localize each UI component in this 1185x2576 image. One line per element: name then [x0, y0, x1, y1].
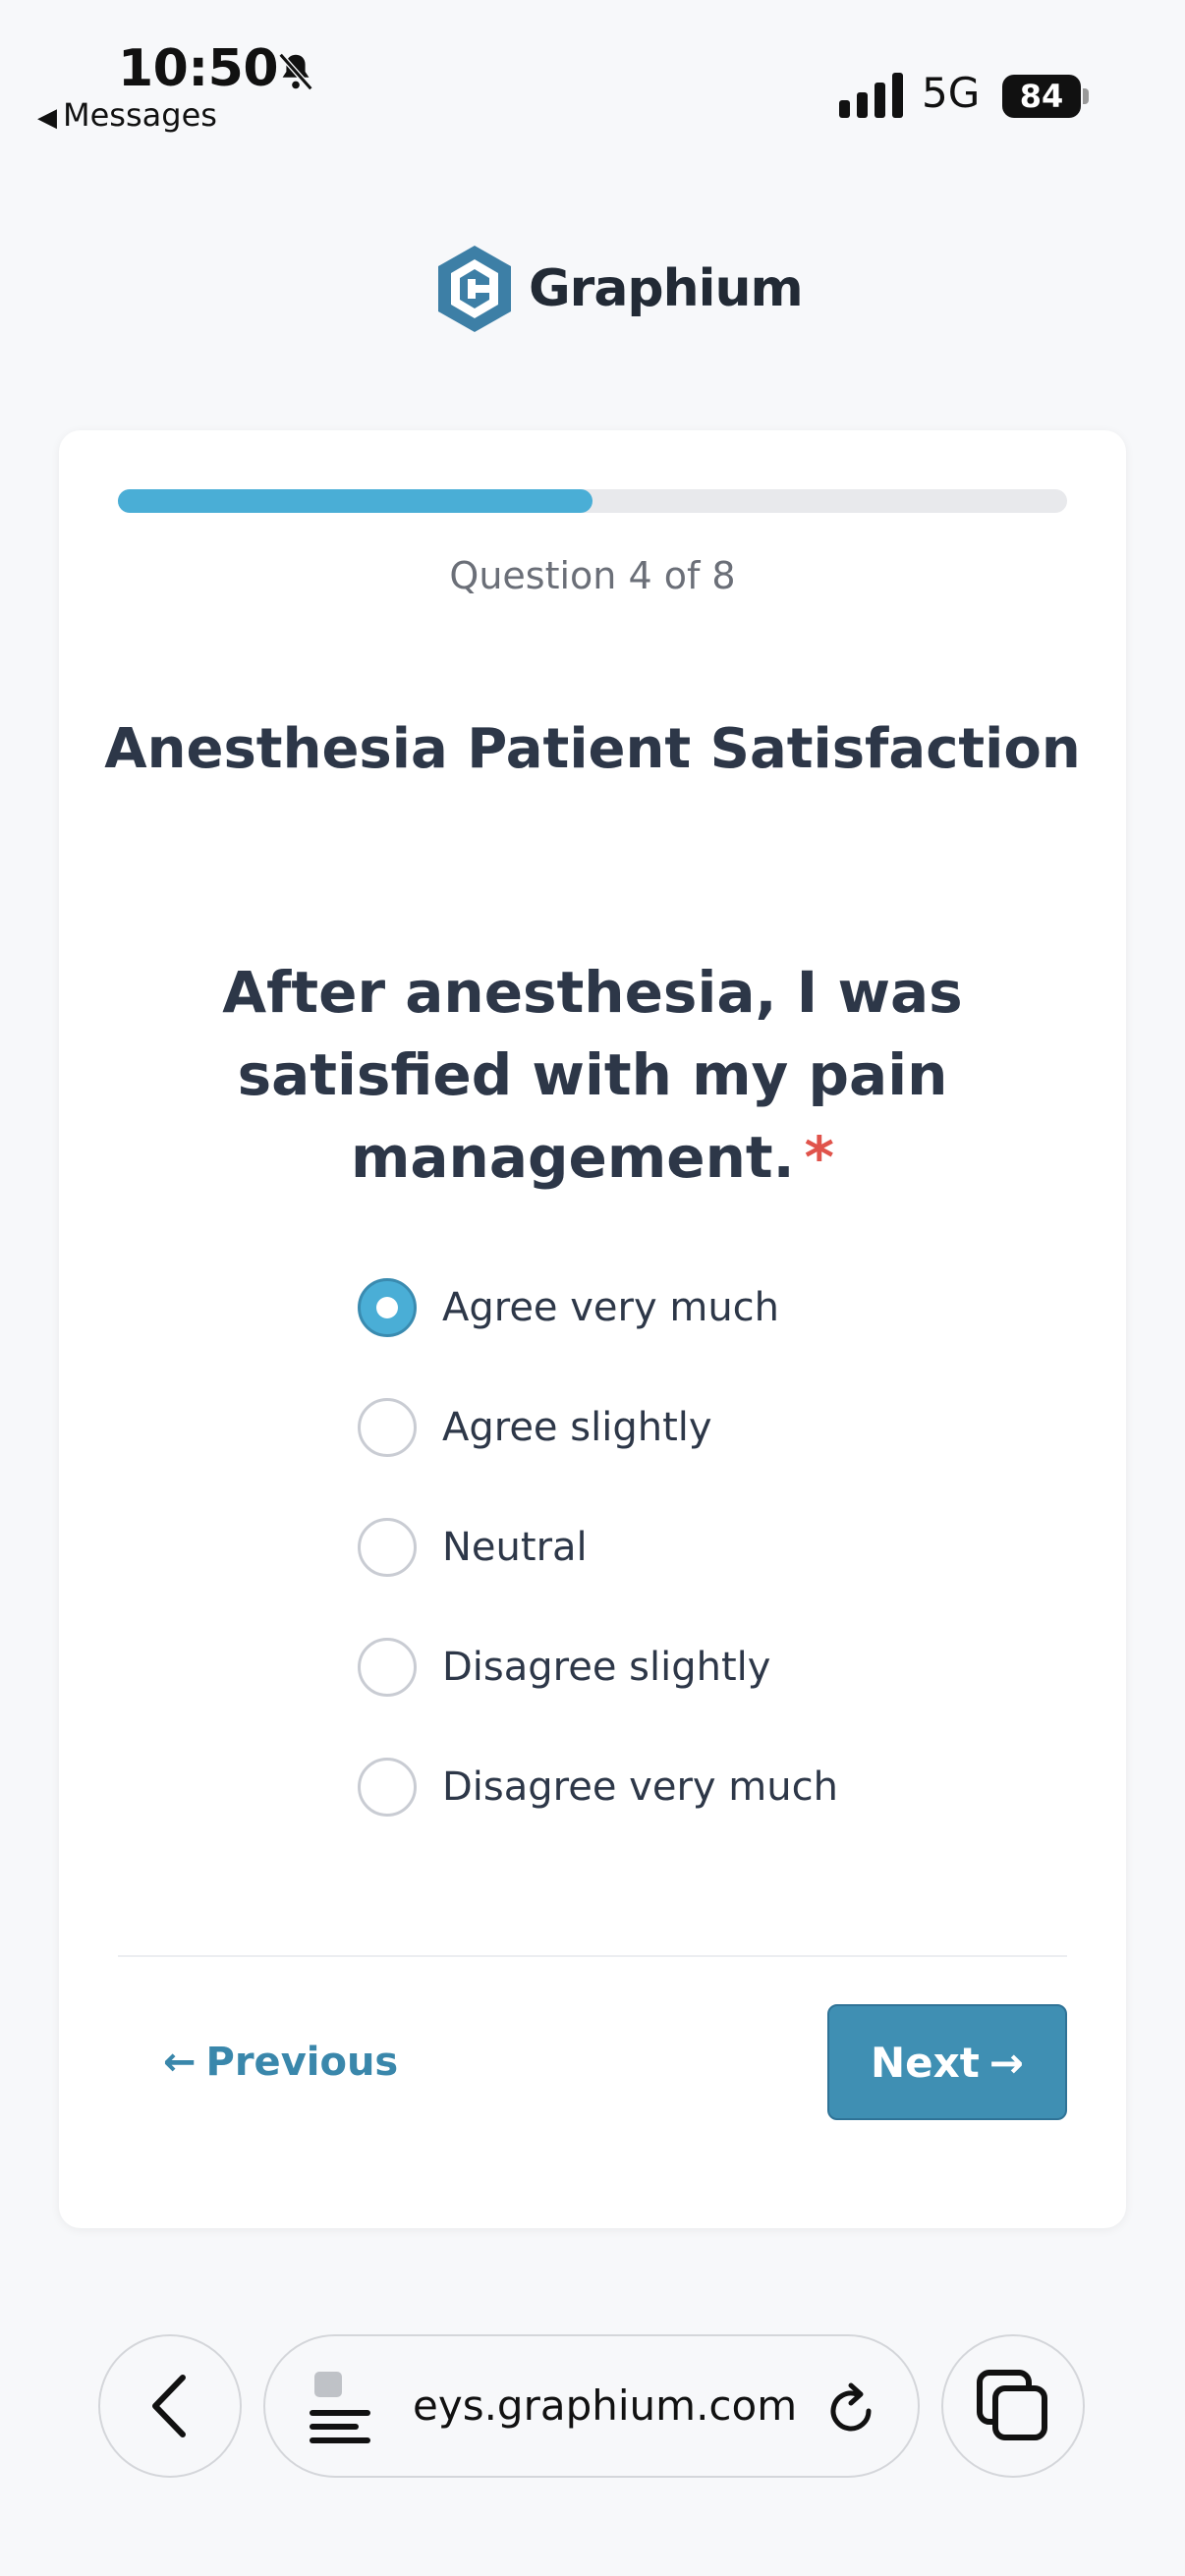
arrow-right-icon: →	[988, 2038, 1024, 2087]
required-indicator: *	[804, 1124, 835, 1191]
tabs-button[interactable]	[941, 2334, 1085, 2478]
arrow-left-icon: ←	[163, 2040, 197, 2085]
survey-card: Question 4 of 8 Anesthesia Patient Satis…	[59, 430, 1126, 2228]
signal-icon	[839, 73, 903, 118]
radio-button[interactable]	[358, 1758, 417, 1817]
page-menu-icon	[310, 2372, 370, 2443]
option-label: Agree slightly	[442, 1405, 712, 1450]
battery-level: 84	[1002, 75, 1081, 118]
option-agree-very-much[interactable]: Agree very much	[358, 1248, 838, 1368]
browser-back-button[interactable]	[98, 2334, 242, 2478]
back-chevron-icon	[152, 2375, 186, 2437]
option-label: Disagree very much	[442, 1764, 838, 1810]
address-bar[interactable]: eys.graphium.com	[263, 2334, 920, 2478]
option-label: Agree very much	[442, 1285, 780, 1330]
brand-name: Graphium	[529, 259, 804, 318]
previous-label: Previous	[205, 2040, 399, 2085]
battery-icon: 84	[1002, 75, 1089, 118]
option-disagree-slightly[interactable]: Disagree slightly	[358, 1607, 838, 1727]
question-label: After anesthesia, I was satisfied with m…	[222, 959, 963, 1191]
bell-slash-icon	[278, 52, 313, 91]
screen: 10:50 ◀ Messages 5G 84 Graphium Question…	[0, 0, 1185, 2576]
brand-logo: Graphium	[432, 242, 804, 336]
radio-button[interactable]	[358, 1398, 417, 1457]
survey-title: Anesthesia Patient Satisfaction	[104, 717, 1081, 781]
battery-nub	[1083, 88, 1089, 104]
back-triangle-icon: ◀	[37, 103, 57, 133]
option-label: Disagree slightly	[442, 1645, 771, 1690]
next-button[interactable]: Next →	[827, 2004, 1067, 2120]
option-label: Neutral	[442, 1525, 588, 1570]
progress-fill	[118, 489, 592, 513]
back-app-label: Messages	[63, 96, 217, 134]
option-neutral[interactable]: Neutral	[358, 1487, 838, 1607]
option-agree-slightly[interactable]: Agree slightly	[358, 1368, 838, 1487]
tabs-icon	[977, 2370, 1047, 2440]
radio-button[interactable]	[358, 1638, 417, 1697]
status-time: 10:50	[118, 39, 279, 98]
network-label: 5G	[922, 69, 981, 117]
progress-bar	[118, 489, 1067, 513]
back-to-messages[interactable]: ◀ Messages	[37, 96, 217, 134]
next-label: Next	[870, 2038, 980, 2087]
radio-button[interactable]	[358, 1278, 417, 1337]
answer-options: Agree very much Agree slightly Neutral D…	[358, 1248, 838, 1847]
question-text: After anesthesia, I was satisfied with m…	[118, 951, 1067, 1199]
url-text: eys.graphium.com	[413, 2381, 798, 2430]
divider	[118, 1955, 1067, 1957]
graphium-logo-icon	[438, 246, 511, 332]
question-counter: Question 4 of 8	[449, 554, 736, 597]
radio-button[interactable]	[358, 1518, 417, 1577]
reload-icon[interactable]	[821, 2381, 880, 2440]
option-disagree-very-much[interactable]: Disagree very much	[358, 1727, 838, 1847]
previous-button[interactable]: ← Previous	[163, 2040, 398, 2085]
